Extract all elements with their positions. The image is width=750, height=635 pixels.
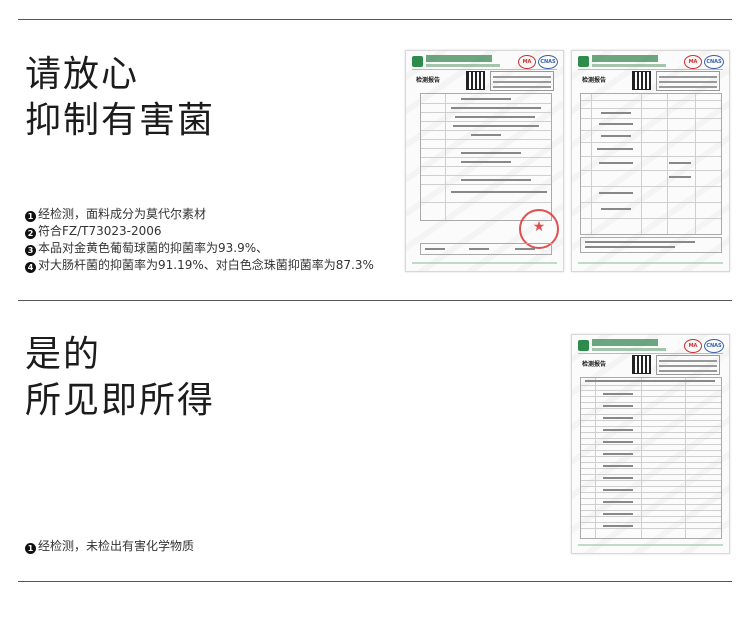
bullet-number: 4 [25,262,36,273]
qr-code-icon [632,355,651,374]
ma-certification-badge: MA [684,55,702,69]
qr-code-icon [466,71,485,90]
section1-heading-line-2: 抑制有害菌 [25,100,216,141]
section2-bullet-list: 1 经检测，未检出有害化学物质 [25,538,194,555]
middle-divider [18,300,732,301]
bullet-number: 1 [25,211,36,222]
report-meta-box [656,71,720,91]
signature-row [420,243,552,255]
report-meta-box [656,355,720,375]
lab-name-graphic [592,339,658,346]
report-table [420,93,552,221]
bullet-text: 本品对金黄色葡萄球菌的抑菌率为93.9%、 [38,241,269,255]
report-footer [412,262,557,264]
results-table [580,93,722,235]
ma-certification-badge: MA [684,339,702,353]
bullet-text: 对大肠杆菌的抑菌率为91.19%、对白色念珠菌抑菌率为87.3% [38,258,374,272]
lab-logo-icon [578,56,589,67]
cnas-certification-badge: CNAS [704,55,724,69]
lab-logo-icon [412,56,423,67]
report-footer [578,544,723,546]
notes-box [580,237,722,253]
substances-table [580,377,722,539]
bullet-number: 3 [25,245,36,256]
report-header: MA CNAS [578,55,724,70]
report-title: 检测报告 [416,77,441,84]
bullet-text: 经检测，面料成分为莫代尔素材 [38,207,207,221]
lab-subtitle-graphic [592,348,666,351]
report-footer [578,262,723,264]
report-meta-box [490,71,554,91]
section2-heading-line-1: 是的 [25,334,102,375]
section2-heading-line-2: 所见即所得 [25,380,216,421]
test-report-image-3: MA CNAS 检测报告 [571,334,730,554]
section1-heading-line-1: 请放心 [25,54,140,95]
lab-name-graphic [592,55,658,62]
test-report-image-2: MA CNAS 检测报告 [571,50,730,272]
ma-certification-badge: MA [518,55,536,69]
bullet-item: 1 经检测，未检出有害化学物质 [25,538,194,555]
bullet-item: 3 本品对金黄色葡萄球菌的抑菌率为93.9%、 [25,240,374,257]
bullet-number: 2 [25,228,36,239]
top-divider [18,19,732,20]
test-report-image-1: MA CNAS 检测报告 [405,50,564,272]
bullet-item: 4 对大肠杆菌的抑菌率为91.19%、对白色念珠菌抑菌率为87.3% [25,257,374,274]
bullet-item: 2 符合FZ/T73023-2006 [25,223,374,240]
section1-bullet-list: 1 经检测，面料成分为莫代尔素材 2 符合FZ/T73023-2006 3 本品对金黄… [25,206,374,274]
lab-logo-icon [578,340,589,351]
report-title: 检测报告 [582,77,607,84]
cnas-certification-badge: CNAS [704,339,724,353]
section1-heading: 请放心 抑制有害菌 [25,52,215,144]
cnas-certification-badge: CNAS [538,55,558,69]
bullet-item: 1 经检测，面料成分为莫代尔素材 [25,206,374,223]
report-header: MA CNAS [412,55,558,70]
lab-name-graphic [426,55,492,62]
lab-subtitle-graphic [426,64,500,67]
section2-heading: 是的 所见即所得 [25,332,215,424]
bullet-number: 1 [25,543,36,554]
bullet-text: 经检测，未检出有害化学物质 [38,539,195,553]
report-header: MA CNAS [578,339,724,354]
report-title: 检测报告 [582,361,607,368]
bottom-divider [18,581,732,582]
lab-subtitle-graphic [592,64,666,67]
qr-code-icon [632,71,651,90]
bullet-text: 符合FZ/T73023-2006 [38,224,162,238]
